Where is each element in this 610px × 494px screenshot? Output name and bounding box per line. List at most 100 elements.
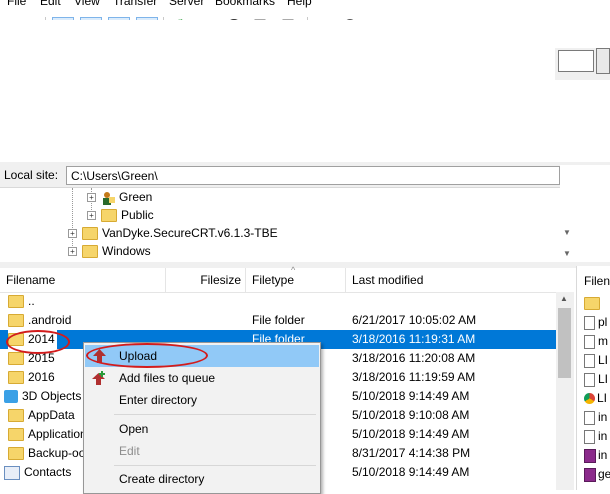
menu-item-label: Add files to queue [119,371,216,385]
remote-column-filename[interactable]: Filen [584,272,610,291]
file-name: Contacts [24,465,72,479]
local-site-path-input[interactable]: C:\Users\Green\ [66,166,560,185]
file-modified: 3/18/2016 11:19:31 AM [352,332,476,346]
remote-file-name: ge [598,467,610,481]
folder-icon [82,245,98,259]
folder-icon [8,428,24,442]
scroll-up-icon[interactable]: ▲ [560,294,568,303]
message-log[interactable] [0,20,554,162]
menubar: File Edit View Transfer Server Bookmarks… [0,0,610,9]
file-modified: 3/18/2016 11:20:08 AM [352,351,476,365]
file-icon [584,429,595,444]
menu-transfer[interactable]: Transfer [113,0,157,9]
folder-icon [8,409,24,423]
column-filesize[interactable]: Filesize [166,268,246,292]
menu-view[interactable]: View [74,0,100,9]
file-name: AppData [28,408,75,422]
folder-icon [101,209,117,223]
tree-item-green[interactable]: Green [101,188,152,206]
tree-item-label: Public [121,208,154,222]
tree-scroll-down-icon[interactable]: ▼ [563,228,571,237]
remote-row[interactable]: LI [584,370,608,389]
user-folder-icon [101,191,115,205]
folder-icon [8,371,24,385]
remote-row[interactable]: LI [584,389,607,408]
sort-ascending-icon: ^ [291,265,296,275]
remote-row[interactable]: pl [584,313,607,332]
expand-icon[interactable]: + [68,229,77,238]
file-type: File folder [252,313,305,327]
expand-icon[interactable]: + [87,211,96,220]
file-modified: 5/10/2018 9:14:49 AM [352,427,470,441]
file-name: 3D Objects [22,389,82,403]
menu-bookmarks[interactable]: Bookmarks [215,0,275,9]
menu-help[interactable]: Help [287,0,312,9]
menu-item-open[interactable]: Open [85,418,319,440]
tree-scroll-down-icon[interactable]: ▼ [563,249,571,258]
menu-item-label: Edit [119,444,140,458]
remote-file-name: in [598,448,608,462]
file-name: Backup-oo [28,446,86,460]
remote-row[interactable]: in [584,427,607,446]
annotation-ring-upload [86,343,208,368]
expand-icon[interactable]: + [68,247,77,256]
remote-file-name: m [598,334,608,348]
tree-item-public[interactable]: Public [101,206,154,224]
remote-row[interactable]: in [584,446,607,465]
folder-icon [8,352,24,366]
file-name: 2016 [28,370,55,384]
folder-icon [8,295,24,309]
file-row[interactable]: .. [0,292,556,311]
folder-icon [82,227,98,241]
menu-separator [114,465,316,466]
quickconnect-port-field[interactable] [558,50,594,72]
local-site-label: Local site: [4,168,59,182]
file-icon [584,410,595,425]
column-filename[interactable]: Filename [0,268,166,292]
file-modified: 5/10/2018 9:10:08 AM [352,408,470,422]
remote-file-name: LI [598,372,609,386]
remote-row[interactable] [584,294,604,313]
scrollbar-thumb[interactable] [558,308,571,378]
column-filetype[interactable]: Filetype [246,268,346,292]
contacts-icon [4,465,20,480]
remote-row[interactable]: LI [584,351,608,370]
menu-server[interactable]: Server [169,0,204,9]
remote-row[interactable]: m [584,332,608,351]
quickconnect-button[interactable] [596,48,610,74]
folder-icon [8,447,24,461]
menu-item-add-to-queue[interactable]: Add files to queue [85,367,319,389]
chrome-icon [584,393,595,405]
tree-item-label: Green [119,190,153,204]
file-modified: 6/21/2017 10:05:02 AM [352,313,477,327]
tree-item-vandyke[interactable]: VanDyke.SecureCRT.v6.1.3-TBE [82,224,278,242]
remote-row[interactable]: ge [584,465,610,484]
menu-edit[interactable]: Edit [40,0,61,9]
remote-file-name: in [598,429,608,443]
menu-item-label: Create directory [119,472,205,486]
remote-file-name: in [598,410,608,424]
local-directory-tree[interactable]: + Green + Public + VanDyke.SecureCRT.v6.… [0,188,560,262]
remote-file-name: LI [597,391,608,405]
menu-item-label: Open [119,422,149,436]
menu-item-create-directory[interactable]: Create directory [85,468,319,490]
file-icon [584,315,595,330]
menu-file[interactable]: File [7,0,26,9]
tree-item-windows[interactable]: Windows [82,242,151,260]
remote-row[interactable]: in [584,408,607,427]
file-name: .android [28,313,72,327]
tree-item-label: VanDyke.SecureCRT.v6.1.3-TBE [102,226,278,240]
expand-icon[interactable]: + [87,193,96,202]
remote-file-name: LI [598,353,609,367]
menu-item-label: Enter directory [119,393,198,407]
file-icon [584,353,595,368]
annotation-ring-folder [6,330,70,354]
3d-objects-icon [4,390,18,404]
file-row[interactable]: .android File folder 6/21/2017 10:05:02 … [0,311,556,330]
file-modified: 8/31/2017 4:14:38 PM [352,446,471,460]
archive-icon [584,448,596,463]
menu-item-edit[interactable]: Edit [85,440,319,462]
menu-item-enter-directory[interactable]: Enter directory [85,389,319,411]
remote-file-name: pl [598,315,608,329]
column-last-modified[interactable]: Last modified [346,268,556,292]
